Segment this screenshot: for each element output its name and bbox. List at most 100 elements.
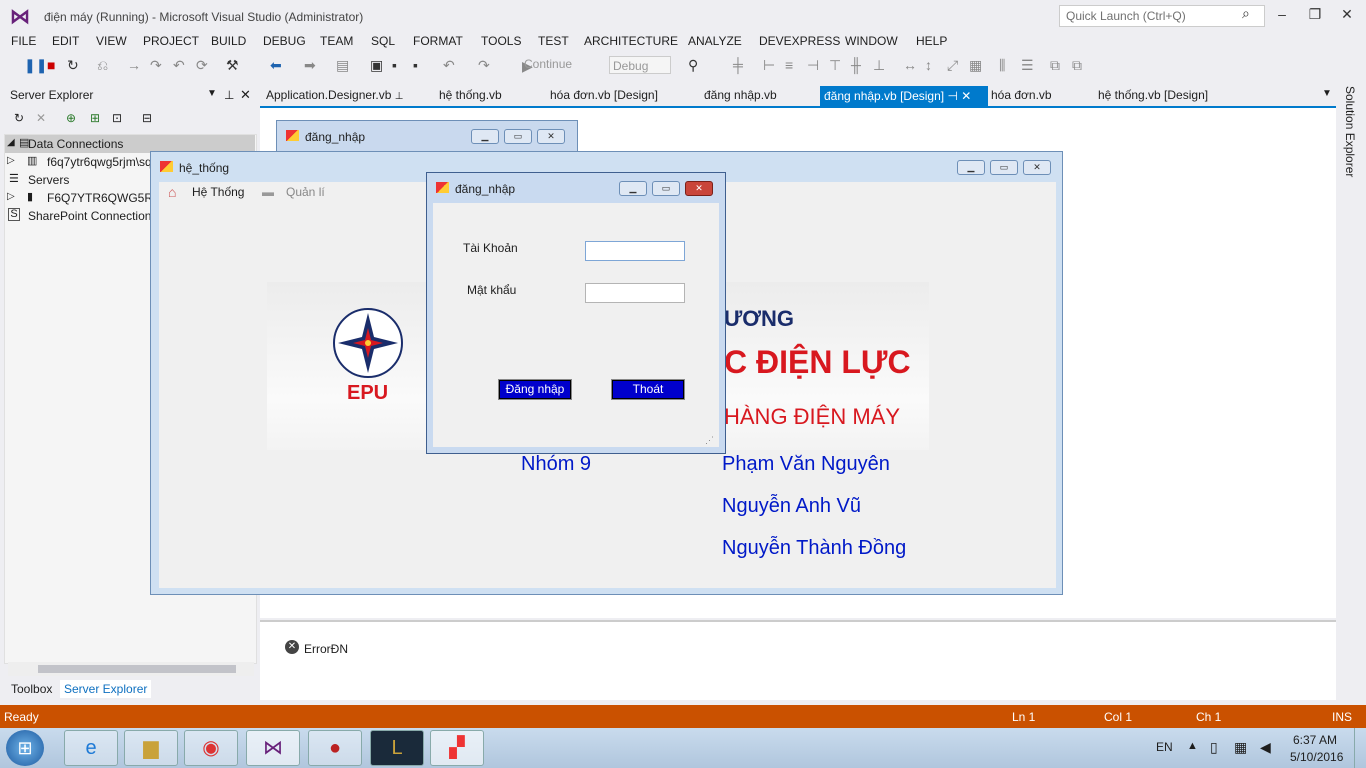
open-file-icon[interactable]: ▣ bbox=[370, 57, 383, 74]
horizontal-spacing-icon[interactable]: ⫼ bbox=[999, 57, 1005, 74]
continue-button[interactable]: Continue bbox=[524, 57, 572, 71]
collapse-icon[interactable]: ◢ bbox=[7, 137, 15, 148]
password-field[interactable] bbox=[585, 283, 685, 303]
vertical-spacing-icon[interactable]: ☰ bbox=[1021, 57, 1034, 74]
maximize-button[interactable]: ▭ bbox=[990, 160, 1018, 175]
expand-icon[interactable]: ▷ bbox=[7, 155, 15, 166]
minimize-button[interactable]: ▁ bbox=[619, 181, 647, 196]
pin-icon[interactable]: ⊥ bbox=[224, 88, 234, 102]
tab-overflow-icon[interactable]: ▼ bbox=[1322, 88, 1332, 99]
solution-explorer-tab[interactable]: Solution Explorer bbox=[1343, 86, 1357, 177]
internet-explorer-icon[interactable]: e bbox=[64, 730, 118, 766]
tab-dang-nhap-design[interactable]: đăng nhập.vb [Design] ⊣ ✕ bbox=[820, 86, 988, 106]
resize-grip-icon[interactable]: ⋰ bbox=[705, 435, 714, 446]
chrome-icon[interactable]: ◉ bbox=[184, 730, 238, 766]
show-next-statement-icon[interactable]: ⎌ bbox=[97, 57, 108, 74]
step-into-icon[interactable]: → bbox=[127, 57, 141, 73]
tab-hoa-don-design[interactable]: hóa đơn.vb [Design] bbox=[550, 88, 658, 102]
close-button[interactable]: ✕ bbox=[537, 129, 565, 144]
exit-button[interactable]: Thoát bbox=[611, 379, 685, 400]
align-centers-icon[interactable]: ≡ bbox=[785, 57, 793, 73]
menu-tools[interactable]: TOOLS bbox=[481, 34, 521, 48]
refresh-icon[interactable]: ↻ bbox=[14, 111, 24, 125]
step-over-icon[interactable]: ↷ bbox=[150, 57, 162, 74]
connect-server-icon[interactable]: ⊞ bbox=[90, 111, 100, 125]
send-to-back-icon[interactable]: ⧉ bbox=[1072, 57, 1082, 74]
align-middles-icon[interactable]: ╫ bbox=[851, 57, 861, 73]
connect-database-icon[interactable]: ⊕ bbox=[66, 111, 76, 125]
app-icon[interactable]: ● bbox=[308, 730, 362, 766]
minimize-button[interactable]: – bbox=[1272, 6, 1292, 22]
tab-application-designer[interactable]: Application.Designer.vb ⊥ bbox=[266, 88, 403, 102]
restart-icon[interactable]: ↻ bbox=[67, 57, 79, 74]
search-icon[interactable]: ⌕ bbox=[1242, 5, 1250, 22]
close-icon[interactable]: ✕ bbox=[240, 87, 251, 103]
pause-icon[interactable]: ❚❚ bbox=[24, 57, 47, 74]
redo-icon[interactable]: ↷ bbox=[478, 57, 490, 74]
close-button[interactable]: ✕ bbox=[685, 181, 713, 196]
tree-item-servers[interactable]: ☰ Servers bbox=[5, 171, 153, 189]
volume-icon[interactable]: ◀ bbox=[1260, 739, 1271, 756]
align-grid-icon[interactable]: ╪ bbox=[733, 57, 743, 73]
menu-help[interactable]: HELP bbox=[916, 34, 947, 48]
restore-button[interactable]: ❐ bbox=[1305, 6, 1325, 23]
tree-item-sharepoint[interactable]: S SharePoint Connections bbox=[5, 207, 153, 225]
league-icon[interactable]: L bbox=[370, 730, 424, 766]
tree-item-connection[interactable]: ▷ ▥ f6q7ytr6qwg5rjm\sq bbox=[5, 153, 153, 171]
show-hidden-icons-icon[interactable]: ▲ bbox=[1187, 740, 1198, 752]
save-icon[interactable]: ▪ bbox=[392, 57, 397, 73]
menu-view[interactable]: VIEW bbox=[96, 34, 127, 48]
pin-icon[interactable]: ⊥ bbox=[395, 91, 404, 102]
login-dialog[interactable]: đăng_nhập ▁ ▭ ✕ Tài Khoản Mật khẩu Đăng … bbox=[426, 172, 726, 454]
error-provider-component[interactable]: ErrorĐN bbox=[304, 642, 348, 656]
tab-he-thong-design[interactable]: hệ thống.vb [Design] bbox=[1098, 88, 1208, 102]
username-field[interactable] bbox=[585, 241, 685, 261]
same-width-icon[interactable]: ↔ bbox=[903, 57, 917, 73]
maximize-button[interactable]: ▭ bbox=[504, 129, 532, 144]
undo-icon[interactable]: ↶ bbox=[443, 57, 455, 74]
save-all-icon[interactable]: ▪ bbox=[413, 57, 418, 73]
tree-item-server[interactable]: ▷ ▮ F6Q7YTR6QWG5RJM bbox=[5, 189, 153, 207]
tab-toolbox[interactable]: Toolbox bbox=[11, 682, 52, 696]
forward-icon[interactable]: ➡ bbox=[304, 57, 316, 74]
align-tops-icon[interactable]: ⊤ bbox=[829, 57, 841, 74]
menu-window[interactable]: WINDOW bbox=[845, 34, 898, 48]
solution-config-dropdown[interactable]: Debug bbox=[609, 56, 671, 74]
battery-icon[interactable]: ▯ bbox=[1210, 739, 1218, 756]
quick-launch-input[interactable]: Quick Launch (Ctrl+Q) bbox=[1059, 5, 1265, 27]
start-button[interactable]: ⊞ bbox=[6, 730, 44, 766]
tab-dang-nhap-code[interactable]: đăng nhập.vb bbox=[704, 88, 777, 102]
align-bottoms-icon[interactable]: ⊥ bbox=[873, 57, 885, 74]
show-desktop-button[interactable] bbox=[1354, 728, 1366, 768]
align-rights-icon[interactable]: ⊣ bbox=[807, 57, 819, 74]
same-size-icon[interactable]: ⤢ bbox=[947, 57, 958, 74]
properties-icon[interactable]: ⊟ bbox=[142, 111, 152, 125]
tab-server-explorer[interactable]: Server Explorer bbox=[60, 680, 152, 698]
menu-build[interactable]: BUILD bbox=[211, 34, 246, 48]
clock-date[interactable]: 5/10/2016 bbox=[1290, 750, 1343, 764]
language-indicator[interactable]: EN bbox=[1156, 740, 1173, 754]
menu-analyze[interactable]: ANALYZE bbox=[688, 34, 742, 48]
menu-team[interactable]: TEAM bbox=[320, 34, 353, 48]
login-button[interactable]: Đăng nhập bbox=[498, 379, 572, 400]
tools-icon[interactable]: ⚒ bbox=[226, 57, 239, 74]
pin-icon[interactable]: ⊣ bbox=[947, 89, 957, 103]
close-button[interactable]: ✕ bbox=[1023, 160, 1051, 175]
menu-file[interactable]: FILE bbox=[11, 34, 36, 48]
redo-icon[interactable]: ⟳ bbox=[196, 57, 208, 74]
menu-edit[interactable]: EDIT bbox=[52, 34, 79, 48]
tab-he-thong-code[interactable]: hệ thống.vb bbox=[439, 88, 502, 102]
close-button[interactable]: ✕ bbox=[1337, 6, 1357, 23]
stop-refresh-icon[interactable]: ✕ bbox=[36, 111, 46, 125]
menu-he-thong[interactable]: Hệ Thống bbox=[192, 185, 244, 199]
tab-hoa-don-code[interactable]: hóa đơn.vb bbox=[991, 88, 1052, 102]
menu-sql[interactable]: SQL bbox=[371, 34, 395, 48]
menu-project[interactable]: PROJECT bbox=[143, 34, 199, 48]
menu-quan-li[interactable]: Quản lí bbox=[286, 185, 325, 199]
align-lefts-icon[interactable]: ⊢ bbox=[763, 57, 775, 74]
minimize-button[interactable]: ▁ bbox=[957, 160, 985, 175]
minimize-button[interactable]: ▁ bbox=[471, 129, 499, 144]
file-explorer-icon[interactable]: ▆ bbox=[124, 730, 178, 766]
new-project-icon[interactable]: ▤ bbox=[336, 57, 349, 74]
same-height-icon[interactable]: ↕ bbox=[925, 57, 932, 73]
